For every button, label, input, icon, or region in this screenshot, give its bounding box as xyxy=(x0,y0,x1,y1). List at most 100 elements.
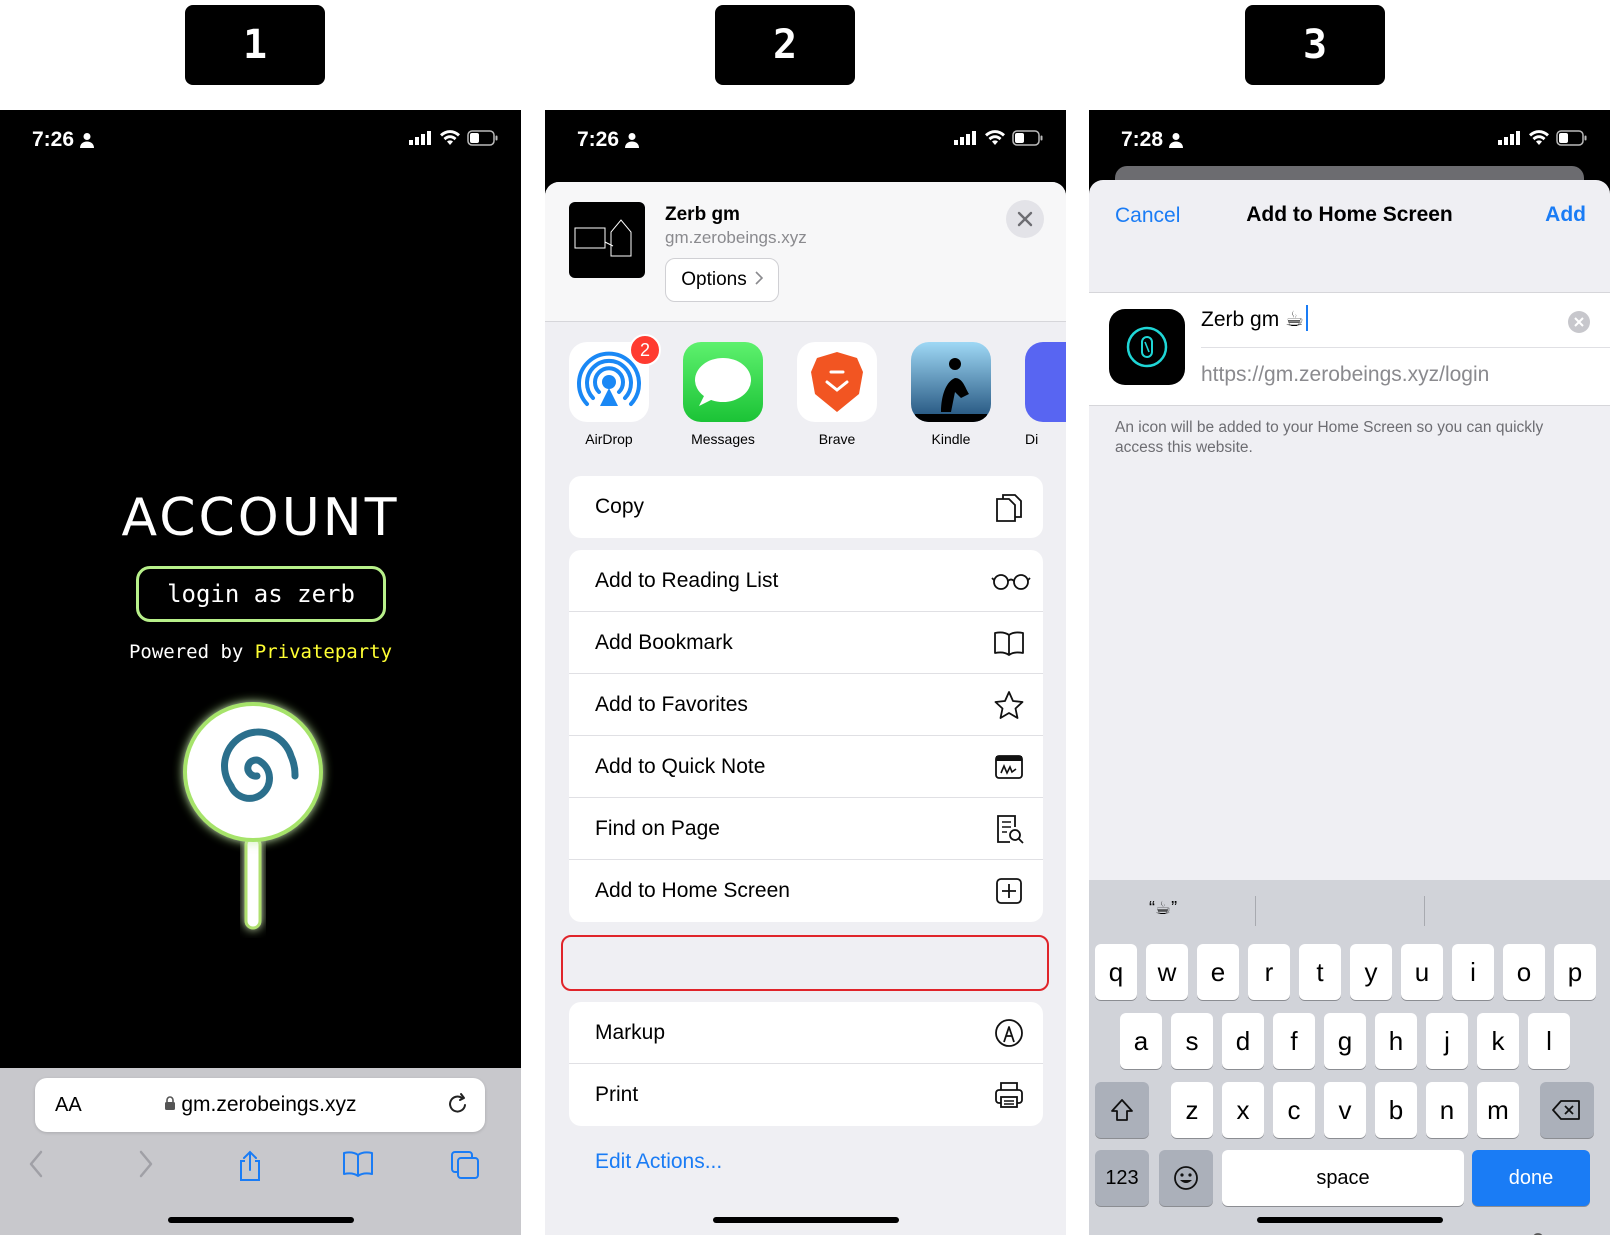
close-button[interactable] xyxy=(1006,200,1044,238)
status-time: 7:26 xyxy=(32,128,75,151)
phone-screen-2: 7:26 Zerb gm gm.zerobeings.xyz Options 2… xyxy=(545,110,1066,1235)
action-copy[interactable]: Copy xyxy=(569,476,1043,538)
person-icon xyxy=(1169,130,1183,154)
action-label: Print xyxy=(595,1083,639,1106)
key-g[interactable]: g xyxy=(1324,1013,1366,1069)
action-reading-list[interactable]: Add to Reading List xyxy=(569,550,1043,612)
app-brave[interactable]: Brave xyxy=(797,342,877,447)
site-title: Zerb gm xyxy=(665,204,740,225)
browser-nav xyxy=(0,1150,521,1190)
messages-icon xyxy=(683,342,763,422)
suggestion-divider xyxy=(1424,896,1425,926)
done-key[interactable]: done xyxy=(1472,1150,1590,1206)
emoji-key[interactable] xyxy=(1159,1150,1213,1206)
action-add-to-home-screen[interactable]: Add to Home Screen xyxy=(569,860,1043,922)
phone-screen-1: 7:26 ACCOUNT login as zerb Powered by Pr… xyxy=(0,110,521,1235)
key-j[interactable]: j xyxy=(1426,1013,1468,1069)
app-airdrop[interactable]: 2 AirDrop xyxy=(569,334,661,447)
shift-icon xyxy=(1111,1099,1133,1121)
key-o[interactable]: o xyxy=(1503,944,1545,1000)
app-messages[interactable]: Messages xyxy=(683,342,763,447)
status-bar: 7:26 xyxy=(0,110,521,170)
key-u[interactable]: u xyxy=(1401,944,1443,1000)
status-bar: 7:28 xyxy=(1089,110,1610,170)
find-icon xyxy=(993,813,1025,845)
address-bar[interactable]: AA gm.zerobeings.xyz xyxy=(35,1078,485,1132)
options-button[interactable]: Options xyxy=(665,258,779,302)
back-icon[interactable] xyxy=(28,1150,44,1183)
person-icon xyxy=(80,130,94,154)
name-value: Zerb gm ☕ xyxy=(1201,308,1304,331)
signal-icon xyxy=(1498,131,1520,145)
key-l[interactable]: l xyxy=(1528,1013,1570,1069)
shift-key[interactable] xyxy=(1095,1082,1149,1138)
action-label: Find on Page xyxy=(595,817,720,840)
app-discord[interactable]: Di xyxy=(1025,342,1066,447)
key-t[interactable]: t xyxy=(1299,944,1341,1000)
key-x[interactable]: x xyxy=(1222,1082,1264,1138)
app-label: Kindle xyxy=(931,431,971,447)
wifi-icon xyxy=(440,130,460,145)
key-b[interactable]: b xyxy=(1375,1082,1417,1138)
battery-icon xyxy=(1012,130,1043,146)
login-button[interactable]: login as zerb xyxy=(136,566,386,622)
key-f[interactable]: f xyxy=(1273,1013,1315,1069)
action-print[interactable]: Print xyxy=(569,1064,1043,1126)
key-k[interactable]: k xyxy=(1477,1013,1519,1069)
action-label: Markup xyxy=(595,1021,666,1044)
key-a[interactable]: a xyxy=(1120,1013,1162,1069)
numbers-key[interactable]: 123 xyxy=(1095,1150,1149,1206)
suggestion-item[interactable]: “☕” xyxy=(1149,898,1177,919)
text-caret xyxy=(1305,305,1308,331)
action-add-bookmark[interactable]: Add Bookmark xyxy=(569,612,1043,674)
key-s[interactable]: s xyxy=(1171,1013,1213,1069)
key-e[interactable]: e xyxy=(1197,944,1239,1000)
key-v[interactable]: v xyxy=(1324,1082,1366,1138)
action-find-on-page[interactable]: Find on Page xyxy=(569,798,1043,860)
share-icon[interactable] xyxy=(236,1150,264,1187)
key-q[interactable]: q xyxy=(1095,944,1137,1000)
key-y[interactable]: y xyxy=(1350,944,1392,1000)
add-button[interactable]: Add xyxy=(1545,203,1586,227)
reload-icon[interactable] xyxy=(447,1092,469,1121)
key-n[interactable]: n xyxy=(1426,1082,1468,1138)
bookmark-form: Zerb gm ☕ https://gm.zerobeings.xyz/logi… xyxy=(1089,292,1610,406)
key-m[interactable]: m xyxy=(1477,1082,1519,1138)
backspace-key[interactable] xyxy=(1540,1082,1594,1138)
key-r[interactable]: r xyxy=(1248,944,1290,1000)
privateparty-link[interactable]: Privateparty xyxy=(255,641,392,663)
key-d[interactable]: d xyxy=(1222,1013,1264,1069)
key-h[interactable]: h xyxy=(1375,1013,1417,1069)
backspace-icon xyxy=(1552,1100,1580,1120)
app-kindle[interactable]: Kindle xyxy=(911,342,991,447)
person-icon xyxy=(625,130,639,154)
name-input[interactable]: Zerb gm ☕ xyxy=(1201,305,1591,332)
suggestion-divider xyxy=(1255,896,1256,926)
notification-badge: 2 xyxy=(629,334,661,366)
quick-note-icon xyxy=(993,751,1025,783)
step-3-badge: 3 xyxy=(1245,5,1385,85)
forward-icon[interactable] xyxy=(138,1150,154,1183)
space-key[interactable]: space xyxy=(1222,1150,1464,1206)
key-i[interactable]: i xyxy=(1452,944,1494,1000)
lollipop-icon xyxy=(170,688,340,943)
key-z[interactable]: z xyxy=(1171,1082,1213,1138)
key-w[interactable]: w xyxy=(1146,944,1188,1000)
status-icons xyxy=(954,130,1044,146)
tabs-icon[interactable] xyxy=(450,1150,480,1185)
wifi-icon xyxy=(1529,130,1549,145)
key-c[interactable]: c xyxy=(1273,1082,1315,1138)
suggestion-bar: “☕” xyxy=(1089,880,1610,938)
add-to-home-modal: Cancel Add to Home Screen Add Zerb gm ☕ … xyxy=(1089,180,1610,1235)
action-markup[interactable]: Markup xyxy=(569,1002,1043,1064)
emoji-icon xyxy=(1174,1166,1198,1190)
bookmarks-icon[interactable] xyxy=(342,1150,374,1183)
app-label: AirDrop xyxy=(585,431,633,447)
key-p[interactable]: p xyxy=(1554,944,1596,1000)
action-quick-note[interactable]: Add to Quick Note xyxy=(569,736,1043,798)
action-add-favorites[interactable]: Add to Favorites xyxy=(569,674,1043,736)
edit-actions-link[interactable]: Edit Actions... xyxy=(595,1150,722,1174)
powered-prefix: Powered by xyxy=(128,641,255,663)
clear-icon[interactable] xyxy=(1568,311,1590,333)
field-divider xyxy=(1201,347,1610,348)
